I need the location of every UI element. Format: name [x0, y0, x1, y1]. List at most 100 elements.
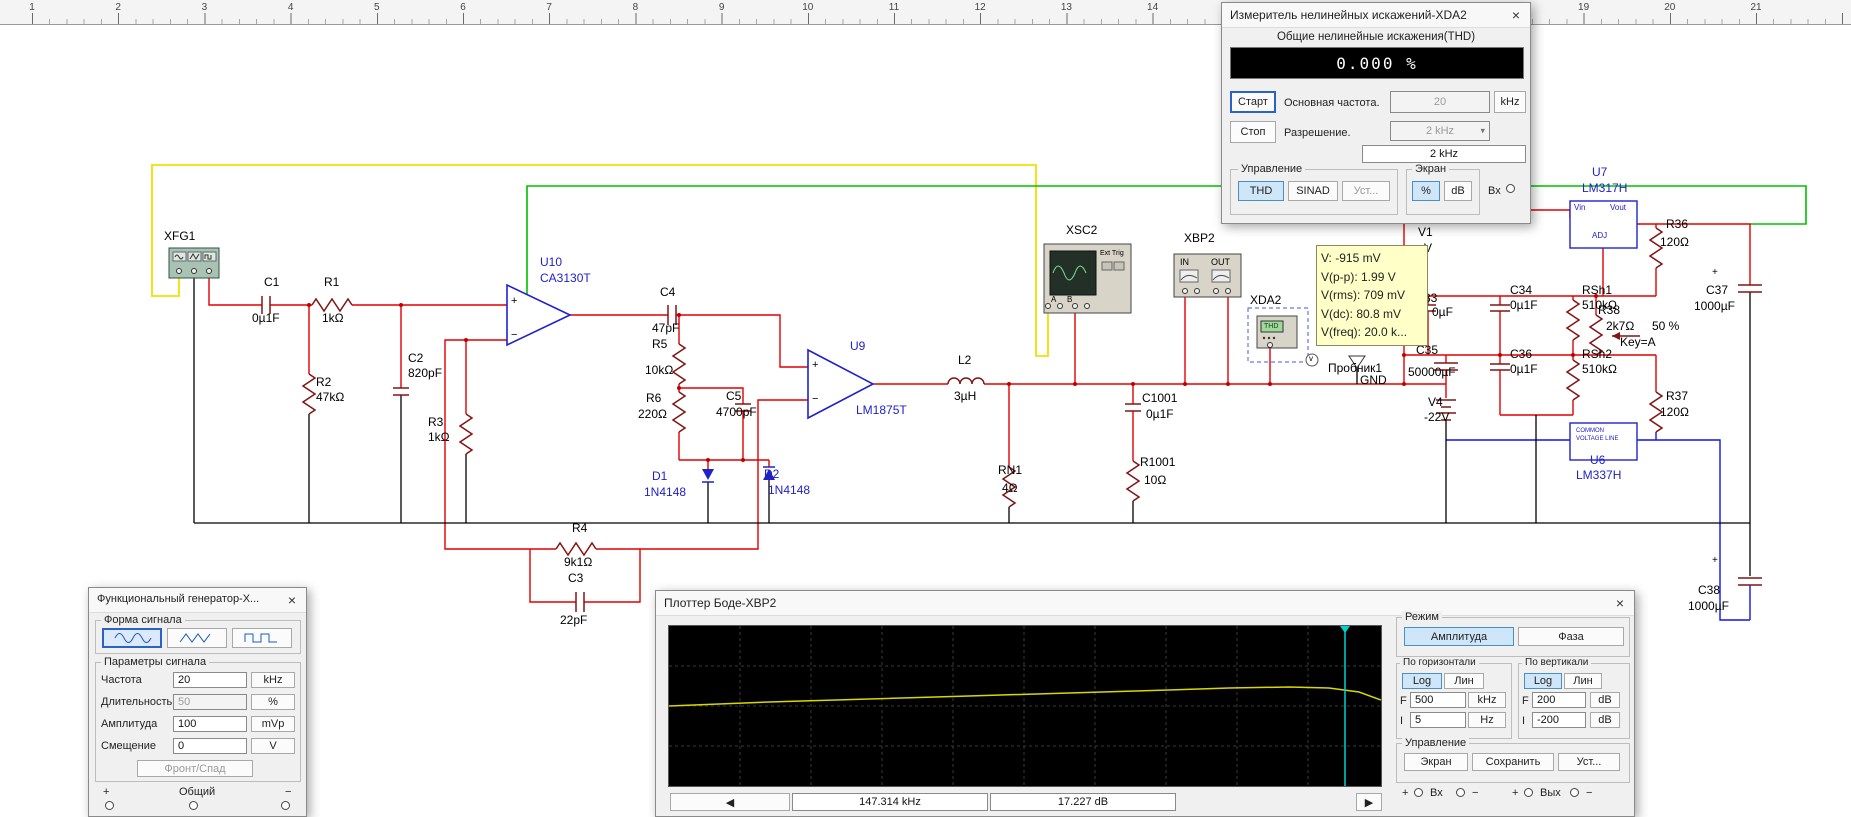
- bode-plot-area[interactable]: [668, 625, 1382, 787]
- ruler-number: 10: [802, 2, 814, 13]
- bode-titlebar[interactable]: Плоттер Боде-XBP2 ×: [656, 591, 1634, 616]
- probe-line: V(rms): 709 mV: [1321, 288, 1406, 303]
- function-generator-icon[interactable]: [168, 247, 220, 279]
- plus-terminal[interactable]: [105, 801, 114, 810]
- cursor-right-button[interactable]: ▶: [1356, 793, 1382, 811]
- ruler-number: 14: [1147, 2, 1159, 13]
- ruler-number: 12: [974, 2, 986, 13]
- h-i-input[interactable]: 5: [1410, 712, 1466, 728]
- opamp-u9[interactable]: [807, 348, 875, 420]
- frequency-label: Частота: [101, 674, 142, 686]
- probe-line: V(freq): 20.0 k...: [1321, 325, 1408, 340]
- fundamental-freq-label: Основная частота.: [1284, 97, 1380, 109]
- resistors[interactable]: [302, 227, 1663, 556]
- h-f-unit: kHz: [1468, 692, 1506, 708]
- settings-button[interactable]: Уст...: [1342, 181, 1390, 201]
- wire-red[interactable]: [208, 209, 1751, 603]
- probe-line: V(dc): 80.8 mV: [1321, 306, 1402, 321]
- wire-yellow[interactable]: [151, 164, 1049, 357]
- regulator-u7[interactable]: [1569, 200, 1638, 249]
- ground-probe-symbol[interactable]: [1348, 355, 1366, 369]
- screen-button[interactable]: Экран: [1404, 753, 1468, 771]
- resolution-combo[interactable]: 2 kHz: [1362, 145, 1526, 163]
- triangle-icon: [179, 633, 211, 643]
- horizontal-group-label: По горизонтали: [1400, 657, 1479, 668]
- edge-button[interactable]: Фронт/Спад: [137, 760, 253, 777]
- bode-plotter-icon[interactable]: [1173, 253, 1242, 298]
- sinad-button[interactable]: SINAD: [1288, 181, 1338, 201]
- v-log-button[interactable]: Log: [1524, 673, 1562, 689]
- common-label: Общий: [179, 786, 216, 798]
- magnitude-curve: [668, 686, 1382, 707]
- opamp-u10[interactable]: [506, 283, 572, 347]
- input-terminal-label: Вх: [1488, 185, 1501, 197]
- duty-input[interactable]: 50: [173, 694, 247, 710]
- common-terminal[interactable]: [189, 801, 198, 810]
- capacitors[interactable]: [261, 284, 1762, 612]
- bode-plotter-window[interactable]: Плоттер Боде-XBP2 × ◀ 147.314 kHz 17.227…: [655, 590, 1635, 817]
- control-group-label: Управление: [1238, 163, 1306, 175]
- in-plus-terminal[interactable]: [1414, 788, 1423, 797]
- v-lin-button[interactable]: Лин: [1564, 673, 1602, 689]
- wire-ground[interactable]: [193, 278, 1751, 576]
- regulator-u6[interactable]: [1569, 422, 1638, 461]
- offset-input[interactable]: 0: [173, 738, 247, 754]
- distortion-titlebar[interactable]: Измеритель нелинейных искажений-XDA2 ×: [1222, 3, 1530, 28]
- fundamental-freq-unit: kHz: [1494, 91, 1526, 113]
- distortion-analyzer-icon[interactable]: [1247, 307, 1319, 367]
- stop-button[interactable]: Стоп: [1230, 121, 1276, 143]
- v-i-input[interactable]: -200: [1532, 712, 1586, 728]
- start-button[interactable]: Старт: [1230, 91, 1276, 113]
- save-button[interactable]: Сохранить: [1472, 753, 1554, 771]
- percent-button[interactable]: %: [1412, 181, 1440, 201]
- mode-group-label: Режим: [1402, 611, 1442, 623]
- distortion-analyzer-window[interactable]: Измеритель нелинейных искажений-XDA2 × О…: [1221, 2, 1531, 224]
- ruler-number: 4: [287, 2, 294, 13]
- window-title: Функциональный генератор-X...: [97, 593, 260, 605]
- minus-terminal[interactable]: [281, 801, 290, 810]
- amplitude-input[interactable]: 100: [173, 716, 247, 732]
- v-f-input[interactable]: 200: [1532, 692, 1586, 708]
- h-f-label: F: [1400, 695, 1407, 707]
- sine-wave-button[interactable]: [102, 628, 162, 648]
- close-icon[interactable]: ×: [282, 590, 302, 610]
- minus-terminal-label: −: [285, 786, 292, 798]
- display-group-label: Экран: [1412, 163, 1450, 175]
- function-generator-window[interactable]: Функциональный генератор-X... × Форма си…: [88, 587, 307, 817]
- h-log-button[interactable]: Log: [1402, 673, 1442, 689]
- v-i-unit: dB: [1590, 712, 1620, 728]
- close-icon[interactable]: ×: [1610, 593, 1630, 613]
- square-wave-button[interactable]: [232, 628, 292, 648]
- funcgen-titlebar[interactable]: Функциональный генератор-X... ×: [89, 588, 306, 613]
- resolution-dropdown[interactable]: 2 kHz ▾: [1390, 121, 1490, 141]
- out-minus-terminal[interactable]: [1570, 788, 1579, 797]
- duty-unit: %: [251, 694, 295, 710]
- in-minus-terminal[interactable]: [1456, 788, 1465, 797]
- probe-line: V(p-p): 1.99 V: [1321, 269, 1396, 284]
- close-icon[interactable]: ×: [1506, 5, 1526, 25]
- input-terminal[interactable]: [1506, 184, 1515, 193]
- h-f-input[interactable]: 500: [1410, 692, 1466, 708]
- diodes[interactable]: [702, 466, 775, 483]
- frequency-input[interactable]: 20: [173, 672, 247, 688]
- settings-button[interactable]: Уст...: [1558, 753, 1620, 771]
- phase-button[interactable]: Фаза: [1518, 627, 1624, 646]
- magnitude-button[interactable]: Амплитуда: [1404, 627, 1514, 646]
- cursor-left-button[interactable]: ◀: [670, 793, 790, 811]
- plus-terminal-label: +: [103, 786, 110, 798]
- duty-label: Длительность: [101, 696, 173, 708]
- control-group-label: Управление: [1402, 737, 1470, 749]
- window-title: Плоттер Боде-XBP2: [664, 596, 777, 610]
- db-button[interactable]: dB: [1444, 181, 1472, 201]
- ruler-number: 1: [29, 2, 35, 13]
- square-icon: [244, 633, 277, 643]
- oscilloscope-icon[interactable]: [1043, 243, 1132, 314]
- in-minus-label: −: [1472, 787, 1479, 799]
- ruler-number: 9: [718, 2, 725, 13]
- fundamental-freq-input[interactable]: 20: [1390, 91, 1490, 113]
- thd-button[interactable]: THD: [1238, 181, 1284, 201]
- out-plus-terminal[interactable]: [1524, 788, 1533, 797]
- inductor-l2[interactable]: [947, 377, 985, 385]
- triangle-wave-button[interactable]: [167, 628, 227, 648]
- h-lin-button[interactable]: Лин: [1444, 673, 1484, 689]
